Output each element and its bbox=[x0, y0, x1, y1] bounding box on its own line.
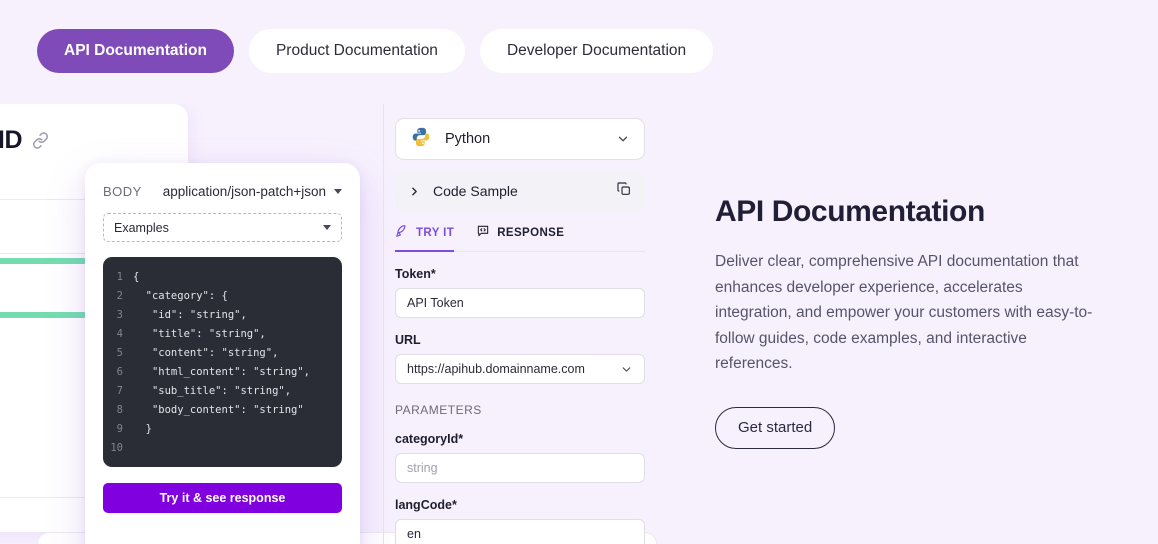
page-title: API Documentation bbox=[715, 195, 1095, 229]
code-line-text: } bbox=[133, 420, 152, 439]
code-line: 3 "id": "string", bbox=[103, 306, 342, 325]
url-label: URL bbox=[395, 333, 645, 347]
examples-select[interactable]: Examples bbox=[103, 213, 342, 242]
examples-select-value: Examples bbox=[114, 221, 169, 235]
token-input[interactable] bbox=[407, 296, 633, 310]
code-line: 10 bbox=[103, 439, 342, 458]
code-line-text: "body_content": "string" bbox=[133, 401, 304, 420]
code-bubble-icon bbox=[476, 224, 490, 241]
category-id-field[interactable] bbox=[395, 453, 645, 483]
code-line-number: 2 bbox=[103, 287, 133, 306]
token-field[interactable] bbox=[395, 288, 645, 318]
content-type-value: application/json-patch+json bbox=[163, 184, 326, 199]
get-started-button[interactable]: Get started bbox=[715, 407, 835, 449]
code-line-number: 10 bbox=[103, 439, 133, 458]
tab-response[interactable]: RESPONSE bbox=[476, 224, 564, 252]
doc-page-title-text: y with an ID bbox=[0, 126, 22, 155]
language-name: Python bbox=[445, 131, 603, 147]
tab-developer-documentation[interactable]: Developer Documentation bbox=[480, 29, 713, 73]
code-line-text: "sub_title": "string", bbox=[133, 382, 291, 401]
chevron-right-icon bbox=[408, 185, 421, 198]
language-select[interactable]: Python bbox=[395, 118, 645, 160]
rocket-icon bbox=[395, 224, 409, 241]
panel-divider bbox=[383, 104, 384, 544]
tab-response-label: RESPONSE bbox=[497, 227, 564, 239]
code-line-text: "id": "string", bbox=[133, 306, 247, 325]
tab-try-it[interactable]: TRY IT bbox=[395, 224, 454, 252]
code-line: 5 "content": "string", bbox=[103, 344, 342, 363]
api-explorer-stage: y with an ID ed on Aug K 2 gori bbox=[0, 104, 700, 544]
code-line-number: 1 bbox=[103, 268, 133, 287]
code-line: 9 } bbox=[103, 420, 342, 439]
code-line-number: 8 bbox=[103, 401, 133, 420]
request-body-code: 1{2 "category": {3 "id": "string",4 "tit… bbox=[103, 257, 342, 467]
lang-code-input[interactable] bbox=[407, 527, 633, 541]
category-id-label: categoryId* bbox=[395, 432, 645, 446]
tab-api-documentation[interactable]: API Documentation bbox=[37, 29, 234, 73]
code-line: 6 "html_content": "string", bbox=[103, 363, 342, 382]
code-line: 1{ bbox=[103, 268, 342, 287]
code-line-text: "html_content": "string", bbox=[133, 363, 310, 382]
try-response-tabs: TRY IT RESPONSE bbox=[395, 224, 645, 252]
token-label: Token* bbox=[395, 267, 645, 281]
url-value: https://apihub.domainname.com bbox=[407, 362, 585, 376]
python-logo-icon bbox=[410, 126, 432, 153]
tab-product-documentation[interactable]: Product Documentation bbox=[249, 29, 465, 73]
documentation-tabbar: API Documentation Product Documentation … bbox=[37, 29, 713, 73]
code-line: 8 "body_content": "string" bbox=[103, 401, 342, 420]
tab-try-it-label: TRY IT bbox=[416, 227, 454, 239]
code-line: 7 "sub_title": "string", bbox=[103, 382, 342, 401]
code-line-text: "category": { bbox=[133, 287, 228, 306]
code-line: 2 "category": { bbox=[103, 287, 342, 306]
chevron-down-icon bbox=[323, 225, 331, 230]
code-line-number: 4 bbox=[103, 325, 133, 344]
code-line-text: "title": "string", bbox=[133, 325, 266, 344]
body-label: BODY bbox=[103, 184, 142, 199]
code-sample-label: Code Sample bbox=[433, 183, 604, 199]
try-it-see-response-button[interactable]: Try it & see response bbox=[103, 483, 342, 513]
content-type-dropdown[interactable]: application/json-patch+json bbox=[163, 184, 342, 199]
body-card-header: BODY application/json-patch+json bbox=[103, 184, 342, 199]
code-sample-row[interactable]: Code Sample bbox=[395, 171, 645, 211]
request-body-card: BODY application/json-patch+json Example… bbox=[85, 163, 360, 544]
category-id-input[interactable] bbox=[407, 461, 633, 475]
code-line-number: 9 bbox=[103, 420, 133, 439]
chevron-down-icon bbox=[616, 132, 630, 146]
lang-code-field[interactable] bbox=[395, 519, 645, 544]
code-line-text: { bbox=[133, 268, 139, 287]
code-line-number: 5 bbox=[103, 344, 133, 363]
chevron-down-icon bbox=[620, 363, 633, 376]
code-line-number: 3 bbox=[103, 306, 133, 325]
code-line: 4 "title": "string", bbox=[103, 325, 342, 344]
url-select[interactable]: https://apihub.domainname.com bbox=[395, 354, 645, 384]
code-line-text: "content": "string", bbox=[133, 344, 278, 363]
lang-code-label: langCode* bbox=[395, 498, 645, 512]
page-description: Deliver clear, comprehensive API documen… bbox=[715, 249, 1095, 377]
try-it-panel: Python Code Sample bbox=[395, 118, 645, 544]
code-line-number: 6 bbox=[103, 363, 133, 382]
chevron-down-icon bbox=[334, 189, 342, 194]
copy-icon[interactable] bbox=[616, 181, 632, 202]
link-icon[interactable] bbox=[32, 132, 49, 149]
marketing-content: API Documentation Deliver clear, compreh… bbox=[715, 195, 1095, 449]
doc-page-title: y with an ID bbox=[0, 126, 168, 155]
code-line-number: 7 bbox=[103, 382, 133, 401]
parameters-heading: PARAMETERS bbox=[395, 403, 645, 417]
